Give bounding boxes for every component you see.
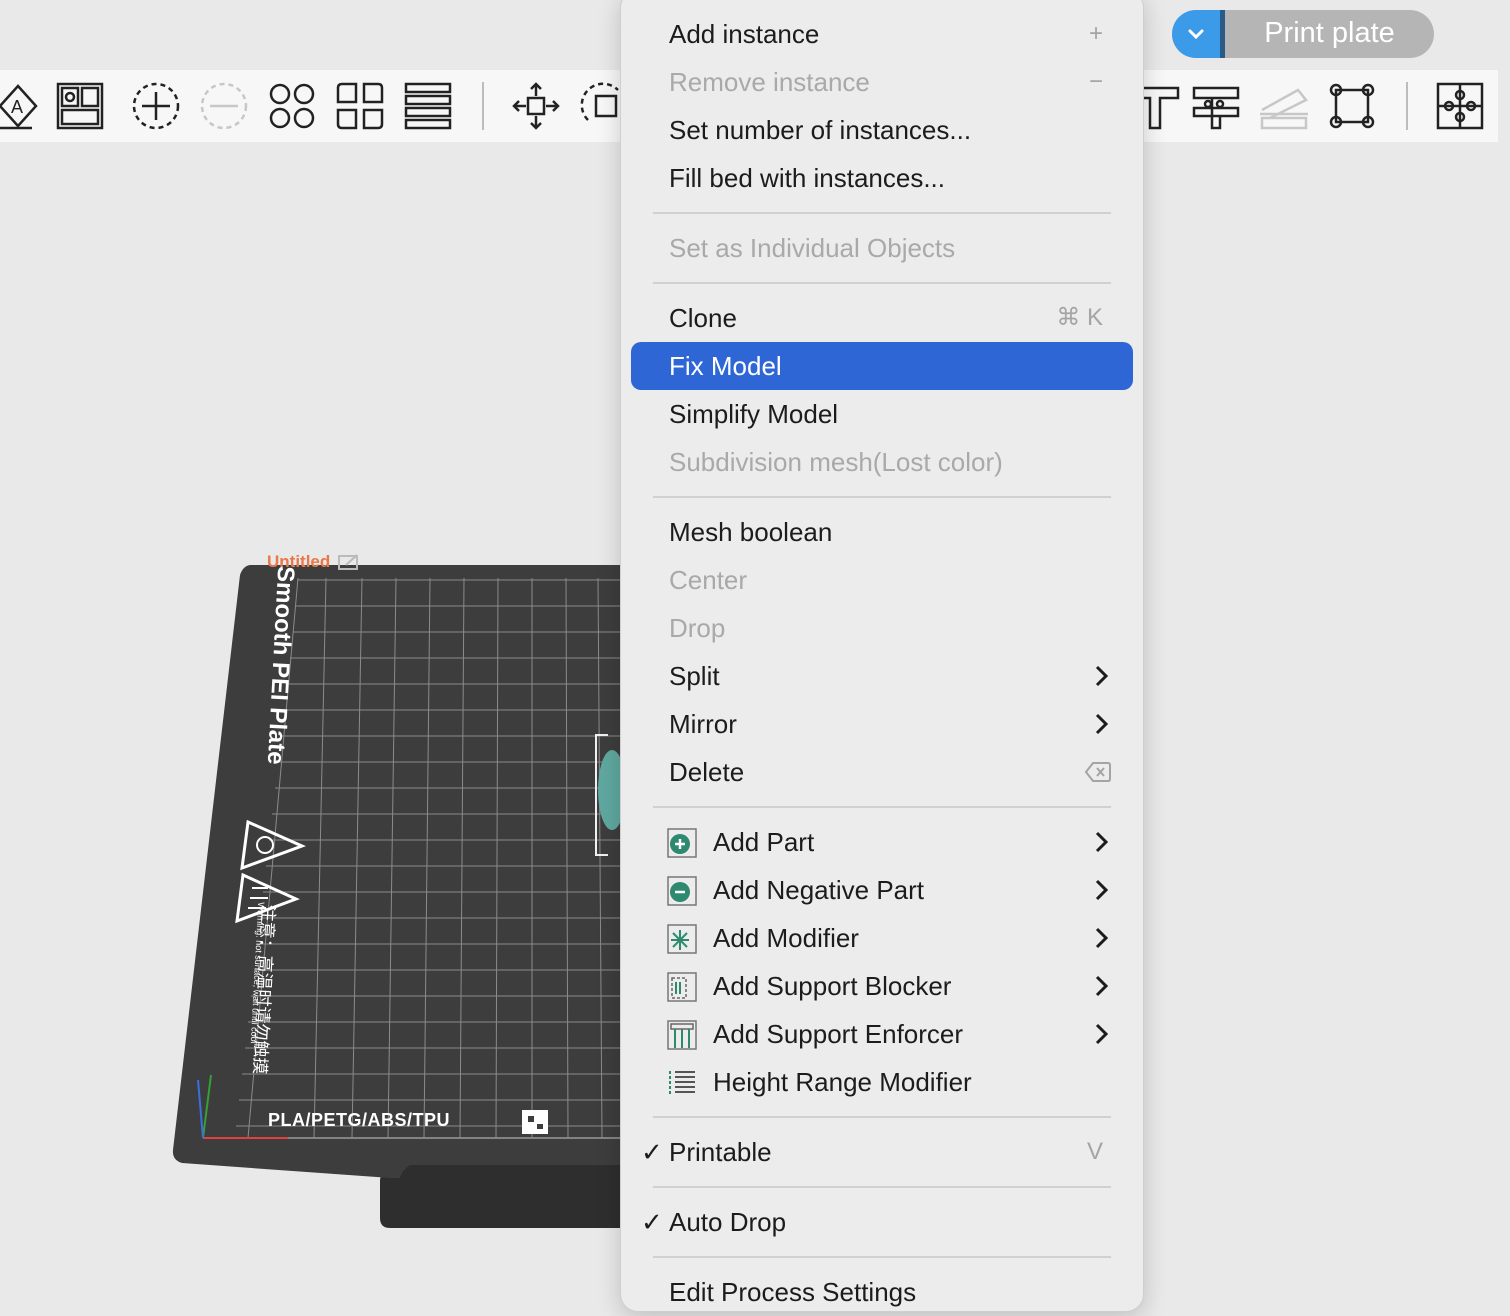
print-plate-dropdown[interactable] [1172, 10, 1220, 58]
menu-add-part[interactable]: Add Part [631, 818, 1133, 866]
scale-icon[interactable] [1324, 78, 1380, 134]
context-menu: Add instance + Remove instance − Set num… [620, 0, 1144, 1312]
chevron-right-icon [1095, 975, 1109, 997]
assembly-icon[interactable] [1432, 78, 1488, 134]
chevron-right-icon [1095, 1023, 1109, 1045]
add-part-icon [667, 828, 697, 858]
menu-add-negative-part[interactable]: Add Negative Part [631, 866, 1133, 914]
printable-shortcut: V [1086, 1138, 1103, 1165]
checkmark-icon: ✓ [641, 1207, 663, 1237]
arrange-icon[interactable] [52, 78, 108, 134]
support-blocker-icon [667, 972, 697, 1002]
add-modifier-icon [667, 924, 697, 954]
menu-auto-drop[interactable]: ✓ Auto Drop [631, 1198, 1133, 1246]
split-objects-icon[interactable] [264, 78, 320, 134]
minus-icon: − [1088, 68, 1103, 95]
cut-icon[interactable] [1256, 78, 1312, 134]
move-icon[interactable] [508, 78, 564, 134]
checkmark-icon: ✓ [641, 1137, 663, 1167]
menu-clone[interactable]: Clone ⌘ K [631, 294, 1133, 342]
menu-separator [653, 1256, 1111, 1258]
plus-icon: + [1088, 20, 1103, 47]
menu-subdivision-mesh[interactable]: Subdivision mesh(Lost color) [631, 438, 1133, 486]
chevron-right-icon [1095, 879, 1109, 901]
height-range-icon [669, 1071, 695, 1095]
menu-fix-model[interactable]: Fix Model [631, 342, 1133, 390]
menu-separator [653, 496, 1111, 498]
menu-drop[interactable]: Drop [631, 604, 1133, 652]
menu-separator [653, 212, 1111, 214]
auto-orient-icon[interactable]: A [0, 78, 46, 134]
menu-mirror[interactable]: Mirror [631, 700, 1133, 748]
svg-text:A: A [11, 97, 23, 117]
menu-mesh-boolean[interactable]: Mesh boolean [631, 508, 1133, 556]
add-negative-part-icon [667, 876, 697, 906]
menu-separator [653, 282, 1111, 284]
menu-simplify-model[interactable]: Simplify Model [631, 390, 1133, 438]
menu-set-individual-objects[interactable]: Set as Individual Objects [631, 224, 1133, 272]
delete-key-icon [1085, 762, 1111, 782]
edit-icon[interactable] [338, 554, 360, 570]
menu-remove-instance[interactable]: Remove instance − [631, 58, 1133, 106]
print-plate-button[interactable]: Print plate [1172, 10, 1434, 58]
menu-fill-bed[interactable]: Fill bed with instances... [631, 154, 1133, 202]
menu-center[interactable]: Center [631, 556, 1133, 604]
chevron-down-icon [1188, 29, 1204, 40]
plate-material-label: PLA/PETG/ABS/TPU [268, 1110, 451, 1130]
menu-separator [653, 806, 1111, 808]
add-instance-icon[interactable] [128, 78, 184, 134]
menu-printable[interactable]: ✓ Printable V [631, 1128, 1133, 1176]
menu-add-modifier[interactable]: Add Modifier [631, 914, 1133, 962]
print-plate-label[interactable]: Print plate [1225, 10, 1434, 58]
menu-separator [653, 1186, 1111, 1188]
remove-instance-icon[interactable] [196, 78, 252, 134]
menu-add-support-blocker[interactable]: Add Support Blocker [631, 962, 1133, 1010]
chevron-right-icon [1095, 713, 1109, 735]
menu-add-support-enforcer[interactable]: Add Support Enforcer [631, 1010, 1133, 1058]
split-parts-icon[interactable] [332, 78, 388, 134]
support-enforcer-icon [667, 1020, 697, 1050]
menu-edit-process-settings[interactable]: Edit Process Settings [631, 1268, 1133, 1316]
measure-icon[interactable] [1188, 78, 1244, 134]
menu-delete[interactable]: Delete [631, 748, 1133, 796]
layers-icon[interactable] [400, 78, 456, 134]
chevron-right-icon [1095, 927, 1109, 949]
clone-shortcut: ⌘ K [1056, 304, 1103, 331]
menu-set-number-of-instances[interactable]: Set number of instances... [631, 106, 1133, 154]
menu-separator [653, 1116, 1111, 1118]
chevron-right-icon [1095, 831, 1109, 853]
menu-split[interactable]: Split [631, 652, 1133, 700]
menu-add-instance[interactable]: Add instance + [631, 10, 1133, 58]
chevron-right-icon [1095, 665, 1109, 687]
menu-height-range-modifier[interactable]: Height Range Modifier [631, 1058, 1133, 1106]
